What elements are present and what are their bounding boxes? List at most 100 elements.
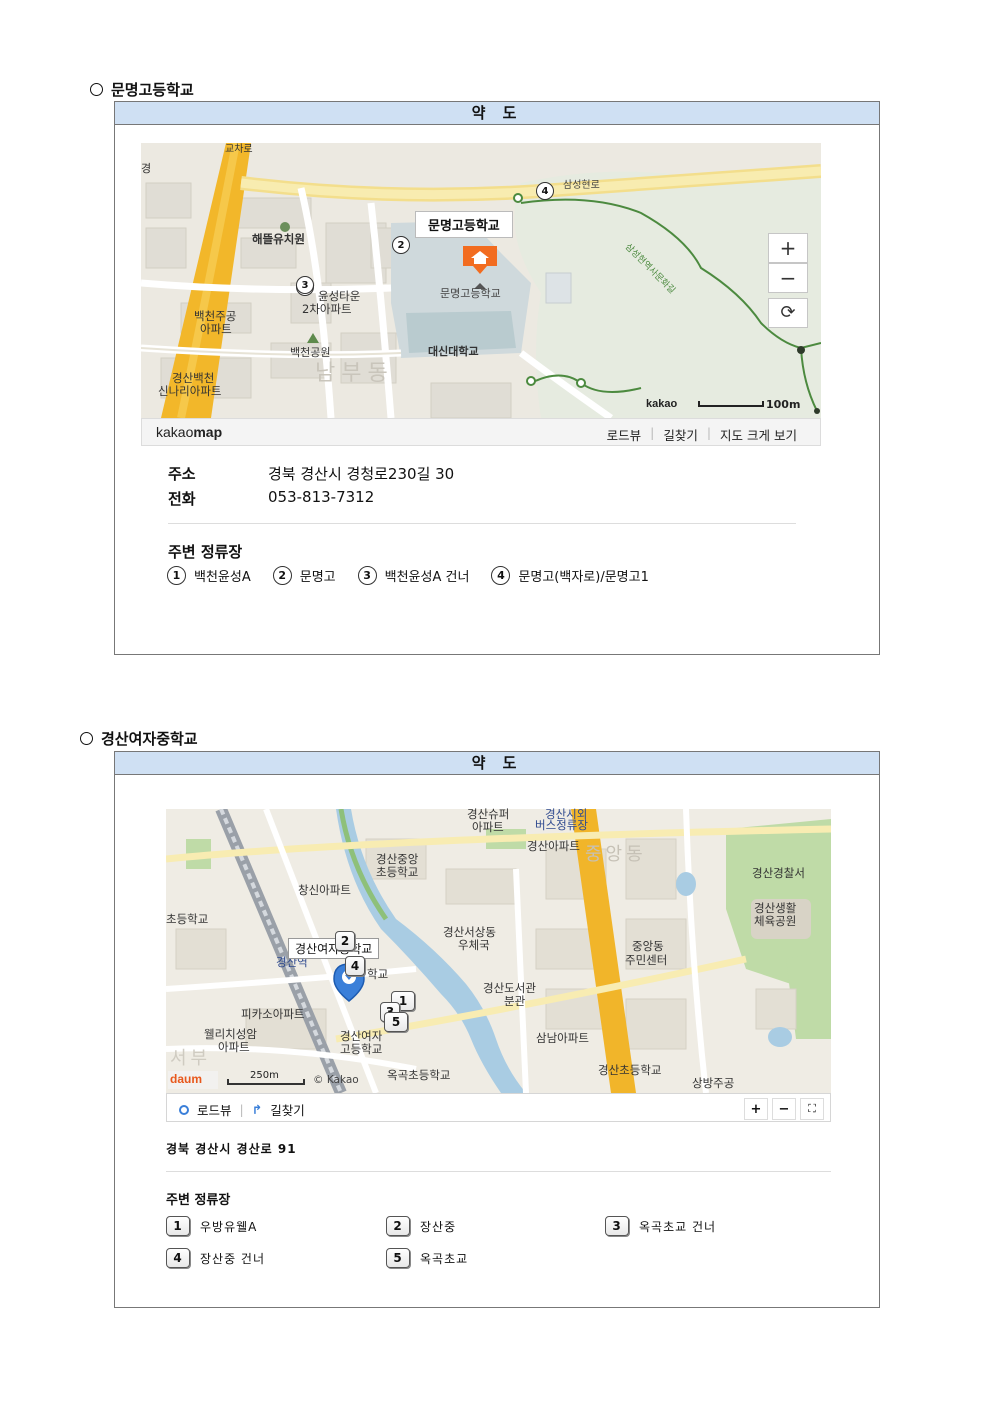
map-label: 문명고등학교 xyxy=(440,287,501,300)
map-label: 피카소아파트 xyxy=(241,1007,305,1021)
bus-stop-marker[interactable]: 2 xyxy=(335,931,355,951)
stop-name: 백천윤성A 건너 xyxy=(384,570,470,585)
map-district-label: 서부 xyxy=(170,1048,212,1069)
stop-number: 5 xyxy=(386,1248,410,1268)
phone-value: 053-813-7312 xyxy=(268,488,375,506)
map-scale-text: 250m xyxy=(250,1070,279,1081)
separator: | xyxy=(239,1102,244,1117)
daum-logo-text: daum xyxy=(170,1072,203,1086)
refresh-icon[interactable]: ⟳ xyxy=(768,298,808,328)
directions-icon: ↱ xyxy=(251,1102,263,1117)
map-label: 우체국 xyxy=(458,938,490,952)
roadview-link[interactable]: 로드뷰 xyxy=(598,425,651,444)
bus-stop-marker[interactable]: 4 xyxy=(345,956,365,976)
map-label: 교차로 xyxy=(225,144,253,155)
map-label: 경산아파트 xyxy=(527,839,580,853)
map-label: 체육공원 xyxy=(754,914,797,928)
stop-item[interactable]: 2 장산중 xyxy=(386,1216,456,1236)
stop-number: 2 xyxy=(272,566,292,585)
stop-name: 문명고 xyxy=(299,570,336,585)
stop-name: 장산중 xyxy=(420,1219,457,1234)
stop-item[interactable]: 4 장산중 건너 xyxy=(166,1248,265,1268)
map-label: 경 xyxy=(141,162,152,175)
map-canvas xyxy=(166,809,831,1093)
directions-link[interactable]: 길찾기 xyxy=(654,425,707,444)
map-label: 초등학교 xyxy=(166,912,209,926)
stop-name: 옥곡초교 건너 xyxy=(639,1219,717,1234)
map-toolbar: kakaomap 로드뷰 | 길찾기 | 지도 크게 보기 xyxy=(141,418,821,446)
view-large-map-link[interactable]: 지도 크게 보기 xyxy=(711,425,806,444)
zoom-in-button[interactable]: + xyxy=(768,233,808,263)
map-district-label: 중앙동 xyxy=(585,844,647,865)
zoom-in-button[interactable]: + xyxy=(744,1098,768,1120)
stop-item[interactable]: 3 옥곡초교 건너 xyxy=(605,1216,716,1236)
bus-stop-marker[interactable]: 4 xyxy=(536,182,554,200)
map-scale-brand: kakao xyxy=(646,398,678,410)
stop-item[interactable]: 5 옥곡초교 xyxy=(386,1248,468,1268)
stop-item[interactable]: 2 문명고 xyxy=(272,566,336,585)
zoom-out-button[interactable]: − xyxy=(772,1098,796,1120)
map-label: 고등학교 xyxy=(340,1042,383,1056)
section-title-text: 경산여자중학교 xyxy=(101,730,198,748)
circle-bullet-icon xyxy=(90,83,103,96)
daum-map[interactable] xyxy=(166,809,831,1093)
nearby-stops-title: 주변 정류장 xyxy=(166,1193,231,1208)
nearby-stops-title: 주변 정류장 xyxy=(168,543,243,561)
roadview-link[interactable]: 로드뷰 xyxy=(197,1100,232,1119)
frame-header: 약 도 xyxy=(115,102,879,125)
section-title-text: 문명고등학교 xyxy=(111,81,194,99)
stop-number: 1 xyxy=(166,1216,190,1236)
divider xyxy=(166,1171,831,1172)
map-label: 창신아파트 xyxy=(298,883,351,897)
stop-name: 백천윤성A xyxy=(194,570,251,585)
map-toolbar: 로드뷰 | ↱ 길찾기 + − ⛶ xyxy=(166,1093,831,1122)
map-label: 초등학교 xyxy=(376,865,419,879)
map-label: 아파트 xyxy=(472,820,504,834)
map-label: 학교 xyxy=(367,967,389,981)
stop-name: 장산중 건너 xyxy=(200,1251,266,1266)
map-place-label: 문명고등학교 xyxy=(415,211,513,238)
map-label: 주민센터 xyxy=(625,953,668,967)
circle-bullet-icon xyxy=(80,732,93,745)
fullscreen-icon[interactable]: ⛶ xyxy=(800,1098,824,1120)
stop-item[interactable]: 1 백천윤성A xyxy=(167,566,251,585)
map-label: 2차아파트 xyxy=(302,302,352,316)
stop-item[interactable]: 3 백천윤성A 건너 xyxy=(357,566,470,585)
map-label: 삼남아파트 xyxy=(536,1031,589,1045)
map-label: 경산초등학교 xyxy=(598,1063,662,1077)
phone-row: 전화 053-813-7312 xyxy=(168,488,374,509)
stop-number: 4 xyxy=(166,1248,190,1268)
address-value: 경북 경산시 경청로230길 30 xyxy=(268,465,455,483)
zoom-out-button[interactable]: − xyxy=(768,263,808,293)
bus-stop-marker[interactable]: 2 xyxy=(392,236,410,254)
directions-link[interactable]: 길찾기 xyxy=(270,1100,305,1119)
stop-number: 3 xyxy=(605,1216,629,1236)
stop-name: 옥곡초교 xyxy=(420,1251,469,1266)
map-label: 대신대학교 xyxy=(428,345,479,358)
stop-item[interactable]: 1 우방유웰A xyxy=(166,1216,257,1236)
divider xyxy=(168,523,796,524)
map-scale-text: 100m xyxy=(766,398,801,411)
frame-header: 약 도 xyxy=(115,752,879,775)
map-label: 버스정류장 xyxy=(535,818,588,832)
map-label: 분관 xyxy=(504,994,526,1008)
section-title: 경산여자중학교 xyxy=(80,728,198,749)
phone-key: 전화 xyxy=(168,490,196,508)
bus-stop-marker[interactable]: 3 xyxy=(296,276,314,294)
nearby-stops-list: 1 백천윤성A 2 문명고 3 백천윤성A 건너 4 문명고(백자로)/문명고1 xyxy=(167,566,649,585)
stop-number: 1 xyxy=(167,566,186,585)
map-district-label: 남부동 xyxy=(315,361,394,386)
section-title: 문명고등학교 xyxy=(90,79,194,100)
stop-number: 2 xyxy=(386,1216,410,1236)
kakao-map[interactable] xyxy=(141,143,821,418)
map-label: 경산경찰서 xyxy=(752,866,805,880)
stop-number: 3 xyxy=(357,566,377,585)
map-label: 아파트 xyxy=(218,1040,250,1054)
stop-name: 문명고(백자로)/문명고1 xyxy=(518,570,649,585)
stop-number: 4 xyxy=(491,566,511,585)
map-label: 해뜰유치원 xyxy=(252,232,305,246)
map-label: 상방주공 xyxy=(692,1076,735,1090)
address-key: 주소 xyxy=(168,465,196,483)
stop-item[interactable]: 4 문명고(백자로)/문명고1 xyxy=(491,566,649,585)
bus-stop-marker[interactable]: 5 xyxy=(384,1012,408,1032)
